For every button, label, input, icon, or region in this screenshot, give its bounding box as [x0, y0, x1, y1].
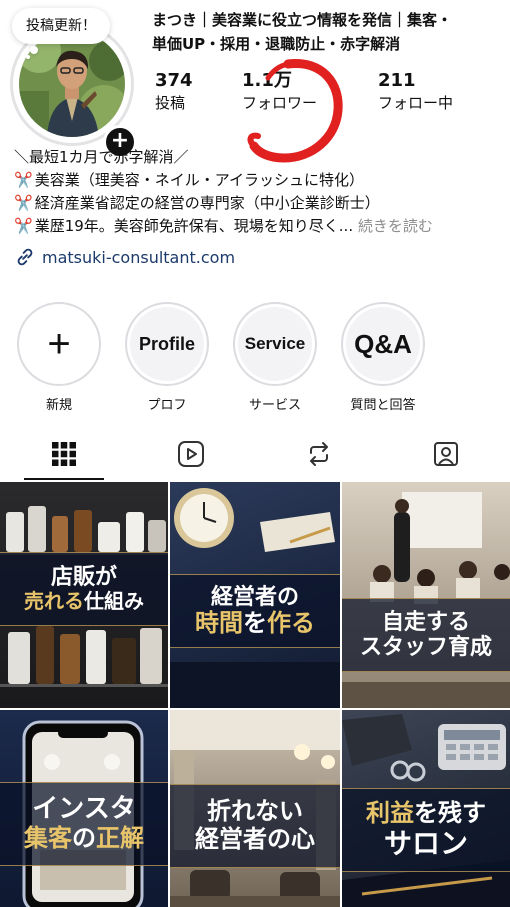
bio-text: 経済産業省認定の経営の専門家（中小企業診断士） — [34, 194, 380, 212]
caption-line1: 利益を残す — [366, 799, 486, 828]
caption-text: 店販 — [50, 564, 95, 590]
scissors-icon: ✂️ — [14, 194, 33, 212]
highlight-ring: + — [17, 302, 101, 386]
post-image — [342, 492, 510, 708]
note-tail — [30, 46, 38, 54]
bio-line: ✂️ 美容業（理美容・ネイル・アイラッシュに特化） — [14, 169, 504, 192]
post-tile[interactable]: 折れない 経営者の心 — [170, 710, 340, 907]
tab-tagged[interactable] — [383, 428, 510, 480]
stat-label: フォロー中 — [378, 94, 454, 112]
highlight-label: 新規 — [45, 398, 72, 413]
post-tile[interactable]: 店販が 売れる仕組み — [0, 482, 168, 708]
caption-text: を残す — [414, 799, 486, 828]
caption-line1: 店販が — [51, 565, 117, 590]
posts-count[interactable]: 374 投稿 — [155, 70, 193, 114]
caption-line1: インスタ — [32, 794, 136, 825]
bio-line: ＼最短1カ月で赤字解消／ — [14, 148, 189, 166]
post-caption: 経営者の 時間を作る — [170, 574, 340, 648]
posts-grid: 店販が 売れる仕組み 経営者の 時間を作る 自走する スタッフ育成 インスタ 集… — [0, 482, 510, 907]
post-caption: 利益を残す サロン — [342, 788, 510, 872]
post-tile[interactable]: 利益を残す サロン — [342, 710, 510, 907]
link-icon — [17, 248, 33, 266]
caption-text: 時間 — [195, 608, 243, 637]
caption-text: 正解 — [96, 824, 144, 853]
post-tile[interactable]: インスタ 集客の正解 — [0, 710, 168, 907]
tagged-icon — [434, 442, 459, 466]
post-tile[interactable]: 自走する スタッフ育成 — [342, 482, 510, 708]
grid-icon — [51, 442, 76, 466]
profile-name: まつき｜美容業に役立つ情報を発信｜集客・ 単価UP・採用・退職防止・赤字解消 — [152, 8, 502, 56]
highlight-profile[interactable]: Profile プロフ — [124, 302, 210, 413]
highlight-new[interactable]: + 新規 — [16, 302, 102, 413]
plus-icon: + — [22, 307, 96, 381]
bio-text: 業歴19年。美容師免許保有、現場を知り尽く... — [34, 217, 354, 235]
highlight-service[interactable]: Service サービス — [232, 302, 318, 413]
scissors-icon: ✂️ — [14, 217, 33, 235]
scissors-icon: ✂️ — [14, 171, 33, 189]
highlight-qa[interactable]: Q&A 質問と回答 — [340, 302, 426, 413]
profile-bio: ＼最短1カ月で赤字解消／ ✂️ 美容業（理美容・ネイル・アイラッシュに特化） ✂️… — [14, 146, 504, 238]
profile-tabs — [0, 428, 510, 480]
bio-line: ✂️ 経済産業省認定の経営の専門家（中小企業診断士） — [14, 192, 504, 215]
highlight-label: プロフ — [147, 398, 187, 413]
post-caption: インスタ 集客の正解 — [0, 782, 168, 866]
highlight-ring: Profile — [125, 302, 209, 386]
note-tail — [26, 55, 30, 59]
highlight-cover: Profile — [130, 307, 204, 381]
tab-posts[interactable] — [0, 428, 128, 480]
following-count[interactable]: 211 フォロー中 — [378, 70, 453, 114]
link-text: matsuki-consultant.com — [42, 247, 236, 267]
caption-line2: スタッフ育成 — [359, 635, 492, 660]
post-caption: 自走する スタッフ育成 — [342, 598, 510, 672]
caption-text: 作る — [267, 608, 315, 637]
profile-link[interactable]: matsuki-consultant.com — [14, 246, 235, 268]
profile-name-line2: 単価UP・採用・退職防止・赤字解消 — [152, 35, 401, 53]
reels-icon — [178, 441, 205, 467]
post-caption: 折れない 経営者の心 — [170, 784, 340, 868]
caption-text: を — [243, 608, 267, 637]
caption-text: 利益 — [366, 799, 414, 828]
profile-name-line1: まつき｜美容業に役立つ情報を発信｜集客・ — [152, 11, 453, 29]
highlight-ring: Q&A — [341, 302, 425, 386]
caption-line2: 集客の正解 — [24, 824, 144, 853]
caption-line2: 経営者の心 — [195, 825, 315, 853]
stat-number: 211 — [378, 70, 416, 91]
read-more-link[interactable]: 続きを読む — [358, 217, 433, 235]
caption-line2: 売れる仕組み — [24, 590, 144, 613]
highlight-label: 質問と回答 — [350, 398, 416, 413]
bio-text: 美容業（理美容・ネイル・アイラッシュに特化） — [34, 171, 364, 189]
highlight-cover: Q&A — [346, 307, 420, 381]
caption-text: 集客 — [24, 824, 72, 853]
caption-text: 仕組み — [84, 589, 144, 614]
caption-line2: サロン — [383, 826, 468, 860]
caption-line1: 経営者の — [210, 584, 299, 610]
caption-line1: 折れない — [207, 797, 303, 826]
note-bubble[interactable]: 投稿更新！ — [12, 8, 110, 44]
highlight-ring: Service — [233, 302, 317, 386]
caption-line1: 自走する — [381, 609, 470, 635]
post-caption: 店販が 売れる仕組み — [0, 552, 168, 626]
highlight-cover: Service — [238, 307, 312, 381]
post-tile[interactable]: 経営者の 時間を作る — [170, 482, 340, 708]
bio-line: ✂️ 業歴19年。美容師免許保有、現場を知り尽く... 続きを読む — [14, 215, 504, 238]
reposts-icon — [309, 442, 328, 466]
tab-reposts[interactable] — [255, 428, 383, 480]
tab-reels[interactable] — [128, 428, 256, 480]
caption-text: が — [95, 564, 118, 590]
stat-label: 投稿 — [155, 94, 186, 112]
caption-line2: 時間を作る — [195, 608, 315, 638]
caption-text: 売れる — [24, 589, 84, 614]
stat-number: 374 — [155, 70, 193, 91]
caption-text: の — [72, 824, 96, 853]
highlight-label: サービス — [248, 398, 301, 413]
